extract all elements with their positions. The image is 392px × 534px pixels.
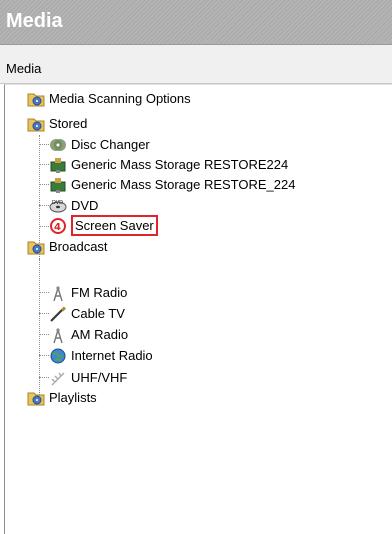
antenna-icon <box>49 369 67 387</box>
folder-disc-icon <box>27 115 45 133</box>
tree-item-label: AM Radio <box>71 327 129 342</box>
tree-item-fm-radio[interactable]: FM Radio <box>49 283 127 302</box>
tree-item-label: Internet Radio <box>71 348 153 363</box>
tree-item-mass-storage-1[interactable]: Generic Mass Storage RESTORE224 <box>49 155 288 174</box>
tree-item-internet-radio[interactable]: Internet Radio <box>49 346 153 365</box>
tree-item-label: Generic Mass Storage RESTORE224 <box>71 157 289 172</box>
radio-tower-icon <box>49 326 67 344</box>
usb-storage-icon <box>49 156 67 174</box>
folder-disc-icon <box>27 389 45 407</box>
dvd-icon: DVD <box>49 197 67 215</box>
tree-connector <box>39 205 49 206</box>
tree-item-broadcast[interactable]: Broadcast <box>27 237 108 256</box>
tree-item-disc-changer[interactable]: Disc Changer <box>49 135 150 154</box>
tree-item-label: Stored <box>49 116 88 131</box>
tree-item-label: Generic Mass Storage RESTORE_224 <box>71 177 296 192</box>
tree-item-screen-saver[interactable]: 4 Screen Saver <box>49 215 158 236</box>
radio-tower-icon <box>49 284 67 302</box>
tree-connector <box>39 144 49 145</box>
disc-changer-icon <box>49 136 67 154</box>
tree-item-dvd[interactable]: DVD DVD <box>49 196 98 215</box>
tree-item-uhf-vhf[interactable]: UHF/VHF <box>49 368 127 387</box>
svg-text:DVD: DVD <box>52 200 63 206</box>
cable-icon <box>49 305 67 323</box>
screen-saver-icon: 4 <box>49 217 67 235</box>
window-titlebar: Media <box>0 0 392 45</box>
tree-connector <box>39 334 49 335</box>
tree-connector <box>39 226 49 227</box>
tree-connector <box>39 313 49 314</box>
media-tree-panel: Media Scanning Options Stored Disc Chang… <box>4 84 392 534</box>
tree-item-playlists[interactable]: Playlists <box>27 388 97 407</box>
tree-item-label: Cable TV <box>71 306 125 321</box>
folder-disc-icon <box>27 90 45 108</box>
tree-connector <box>39 355 49 356</box>
tree-item-label-selected: Screen Saver <box>71 215 158 236</box>
tree-connector <box>39 292 49 293</box>
tree-connector <box>39 184 49 185</box>
tree-item-media-scanning-options[interactable]: Media Scanning Options <box>27 89 191 108</box>
tree-item-mass-storage-2[interactable]: Generic Mass Storage RESTORE_224 <box>49 175 295 194</box>
window-title: Media <box>6 10 63 32</box>
tree-item-label: FM Radio <box>71 285 128 300</box>
section-header: Media <box>0 45 392 84</box>
svg-text:4: 4 <box>54 222 61 233</box>
tree-item-label: Playlists <box>49 390 97 405</box>
tree-item-label: UHF/VHF <box>71 370 128 385</box>
tree-item-label: Disc Changer <box>71 137 150 152</box>
tree-connector <box>39 164 49 165</box>
tree-item-label: Broadcast <box>49 239 108 254</box>
usb-storage-icon <box>49 176 67 194</box>
tree-item-label: DVD <box>71 198 99 213</box>
section-label: Media <box>6 61 42 76</box>
tree-item-am-radio[interactable]: AM Radio <box>49 325 128 344</box>
folder-disc-icon <box>27 238 45 256</box>
tree-item-stored[interactable]: Stored <box>27 114 87 133</box>
globe-icon <box>49 347 67 365</box>
tree-item-label: Media Scanning Options <box>49 91 191 106</box>
tree-item-cable-tv[interactable]: Cable TV <box>49 304 125 323</box>
tree-connector <box>39 377 49 378</box>
